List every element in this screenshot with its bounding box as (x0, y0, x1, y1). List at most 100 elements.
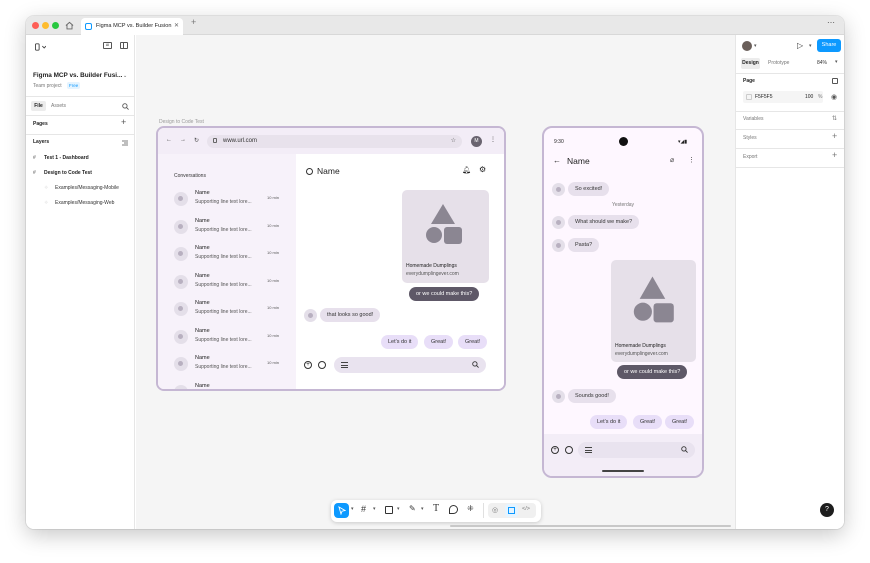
color-swatch[interactable] (746, 94, 752, 100)
help-button[interactable]: ? (820, 503, 834, 517)
settings-icon[interactable]: ⚙︎ (479, 165, 486, 174)
conversation-item[interactable]: Name (158, 381, 296, 389)
reply-chip[interactable]: Great! (424, 335, 454, 349)
page-options-icon[interactable] (832, 78, 838, 84)
chevron-down-icon[interactable]: ▾ (835, 59, 838, 65)
file-chevron-icon[interactable]: ⌄ (123, 73, 127, 79)
close-tab-icon[interactable]: ✕ (174, 18, 179, 35)
reload-icon[interactable]: ↻ (194, 137, 199, 144)
menu-icon[interactable] (341, 362, 348, 368)
variables-options-icon[interactable]: ⇅ (832, 115, 837, 122)
back-icon[interactable]: ← (553, 156, 561, 165)
back-icon[interactable]: ← (166, 137, 172, 143)
emoji-icon[interactable] (318, 361, 326, 369)
add-style-icon[interactable]: + (832, 131, 837, 141)
file-name[interactable]: Figma MCP vs. Builder Fusi... (33, 72, 122, 79)
page-fill-field[interactable]: F5F5F5 100 % (743, 91, 823, 103)
rectangle-tool-icon[interactable] (385, 506, 393, 514)
plan-badge[interactable]: Free (67, 82, 81, 89)
add-icon[interactable]: + (304, 361, 312, 369)
page-opacity-value[interactable]: 100 (805, 94, 813, 100)
draw-mode-icon[interactable]: ◎ (492, 506, 498, 514)
tab-design[interactable]: Design (741, 58, 760, 69)
dev-mode-icon[interactable]: </> (522, 506, 530, 512)
search-icon[interactable] (681, 446, 688, 453)
zoom-level[interactable]: 84% (817, 58, 827, 69)
emoji-icon[interactable] (565, 446, 573, 454)
visibility-icon[interactable]: ◉ (831, 93, 837, 101)
web-frame[interactable]: ← → ↻ www.url.com ☆ M ⋮ Conversations Na… (156, 126, 506, 391)
reply-chip[interactable]: Great! (633, 415, 663, 429)
chevron-down-icon[interactable]: ▾ (351, 506, 354, 512)
design-mode-button[interactable] (505, 504, 518, 517)
message-input[interactable] (578, 442, 695, 458)
search-icon[interactable] (120, 101, 130, 111)
present-icon[interactable]: ▷ (797, 41, 803, 50)
reply-chip[interactable]: Great! (665, 415, 695, 429)
comment-tool-icon[interactable] (449, 505, 458, 514)
bookmark-icon[interactable]: ☆ (451, 137, 456, 144)
browser-menu-icon[interactable]: ⋮ (490, 136, 496, 143)
text-tool-icon[interactable]: T (433, 503, 439, 514)
link-card[interactable]: Homemade Dumplings everydumplingever.com (611, 260, 696, 362)
add-icon[interactable]: + (551, 446, 559, 454)
home-icon[interactable] (64, 20, 75, 31)
assets-tab-button[interactable]: Assets (51, 101, 66, 111)
menu-icon[interactable] (585, 447, 592, 453)
page-item-dashboard[interactable]: Test 1 - Dashboard (44, 155, 89, 161)
chevron-down-icon[interactable]: ▾ (373, 506, 376, 512)
frame-label[interactable]: Design to Code Test (159, 119, 204, 125)
frame-tool-icon[interactable]: # (361, 504, 366, 514)
user-avatar[interactable] (742, 41, 752, 51)
add-page-icon[interactable]: + (121, 117, 126, 127)
close-window-dot[interactable] (32, 22, 39, 29)
minimize-window-dot[interactable] (42, 22, 49, 29)
notification-icon[interactable]: 🔔︎ (462, 166, 471, 174)
figma-menu-icon[interactable] (33, 42, 47, 51)
share-button[interactable]: Share (817, 39, 841, 52)
pen-tool-icon[interactable]: ✎ (409, 504, 416, 513)
layer-item-web[interactable]: Examples/Messaging-Web (55, 200, 114, 206)
sidebar-toggle-icon[interactable] (120, 42, 128, 49)
reply-chip[interactable]: Great! (458, 335, 488, 349)
chevron-down-icon[interactable]: ▾ (754, 43, 757, 49)
add-export-icon[interactable]: + (832, 150, 837, 160)
ai-icon[interactable]: AI (103, 42, 112, 49)
conversation-item[interactable]: Name Supporting line text lore... 10 min (158, 216, 296, 243)
reply-chip[interactable]: Let's do it (590, 415, 628, 429)
attach-icon[interactable]: ⌀ (670, 156, 674, 164)
page-color-value[interactable]: F5F5F5 (755, 94, 773, 100)
forward-icon[interactable]: → (180, 137, 186, 143)
more-vert-icon[interactable]: ⋮ (688, 156, 695, 164)
conversation-item[interactable]: Name Supporting line text lore... 10 min (158, 188, 296, 215)
mode-switch[interactable]: ◎ </> (488, 503, 536, 518)
move-tool-button[interactable] (334, 503, 349, 518)
mobile-frame[interactable]: 9:30 ▾◢▮ ← Name ⌀ ⋮ So excited! Yesterda… (542, 126, 704, 478)
conversation-item[interactable]: Name Supporting line text lore... 10 min (158, 243, 296, 270)
file-tab[interactable]: Figma MCP vs. Builder Fusion ✕ (81, 18, 183, 35)
actions-icon[interactable]: ⁜ (467, 504, 474, 513)
horizontal-scrollbar[interactable] (450, 525, 731, 527)
reply-chip[interactable]: Let's do it (381, 335, 419, 349)
canvas[interactable]: Design to Code Test ← → ↻ www.url.com ☆ … (136, 35, 735, 529)
message-input[interactable] (334, 357, 486, 373)
conversation-item[interactable]: Name Supporting line text lore... 10 min (158, 271, 296, 298)
conversation-item[interactable]: Name Supporting line text lore... 10 min (158, 326, 296, 353)
file-tab-button[interactable]: File (31, 101, 46, 111)
team-name[interactable]: Team project (33, 83, 62, 89)
url-bar[interactable]: www.url.com ☆ (207, 135, 462, 148)
layer-item-mobile[interactable]: Examples/Messaging-Mobile (55, 185, 119, 191)
page-item-design-to-code[interactable]: Design to Code Test (44, 170, 92, 176)
chevron-down-icon[interactable]: ▾ (809, 43, 812, 49)
new-tab-icon[interactable]: + (191, 17, 196, 27)
link-card[interactable]: Homemade Dumplings everydumplingever.com (402, 190, 489, 283)
search-icon[interactable] (472, 361, 479, 368)
layers-options-icon[interactable] (121, 139, 128, 146)
tab-prototype[interactable]: Prototype (768, 58, 789, 69)
profile-avatar[interactable]: M (471, 136, 482, 147)
chevron-down-icon[interactable]: ▾ (421, 506, 424, 512)
conversation-item[interactable]: Name Supporting line text lore... 10 min (158, 298, 296, 325)
more-icon[interactable]: ⋯ (827, 18, 836, 27)
maximize-window-dot[interactable] (52, 22, 59, 29)
conversation-item[interactable]: Name Supporting line text lore... 10 min (158, 353, 296, 380)
